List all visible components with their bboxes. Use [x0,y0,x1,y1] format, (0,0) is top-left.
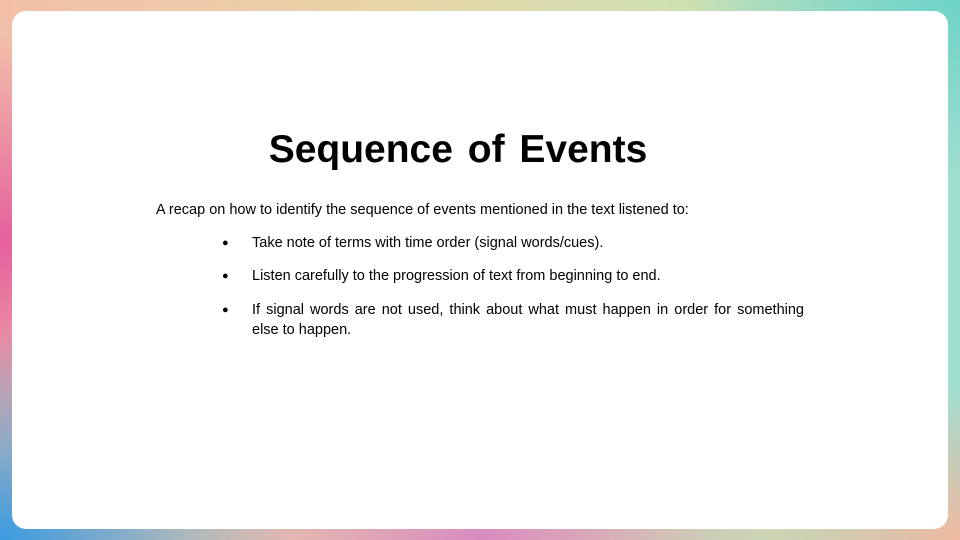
bullet-icon: ● [222,304,229,316]
bullet-text: If signal words are not used, think abou… [252,302,804,338]
bullet-text: Take note of terms with time order (sign… [252,235,604,251]
list-item: ● Take note of terms with time order (si… [222,233,804,253]
slide-title: Sequence of Events [268,128,648,171]
bullet-icon: ● [222,270,229,282]
list-item: ● Listen carefully to the progression of… [222,266,804,286]
list-item: ● If signal words are not used, think ab… [222,300,804,340]
bullet-text: Listen carefully to the progression of t… [252,268,661,284]
bullet-icon: ● [222,237,229,249]
intro-text: A recap on how to identify the sequence … [156,202,689,218]
